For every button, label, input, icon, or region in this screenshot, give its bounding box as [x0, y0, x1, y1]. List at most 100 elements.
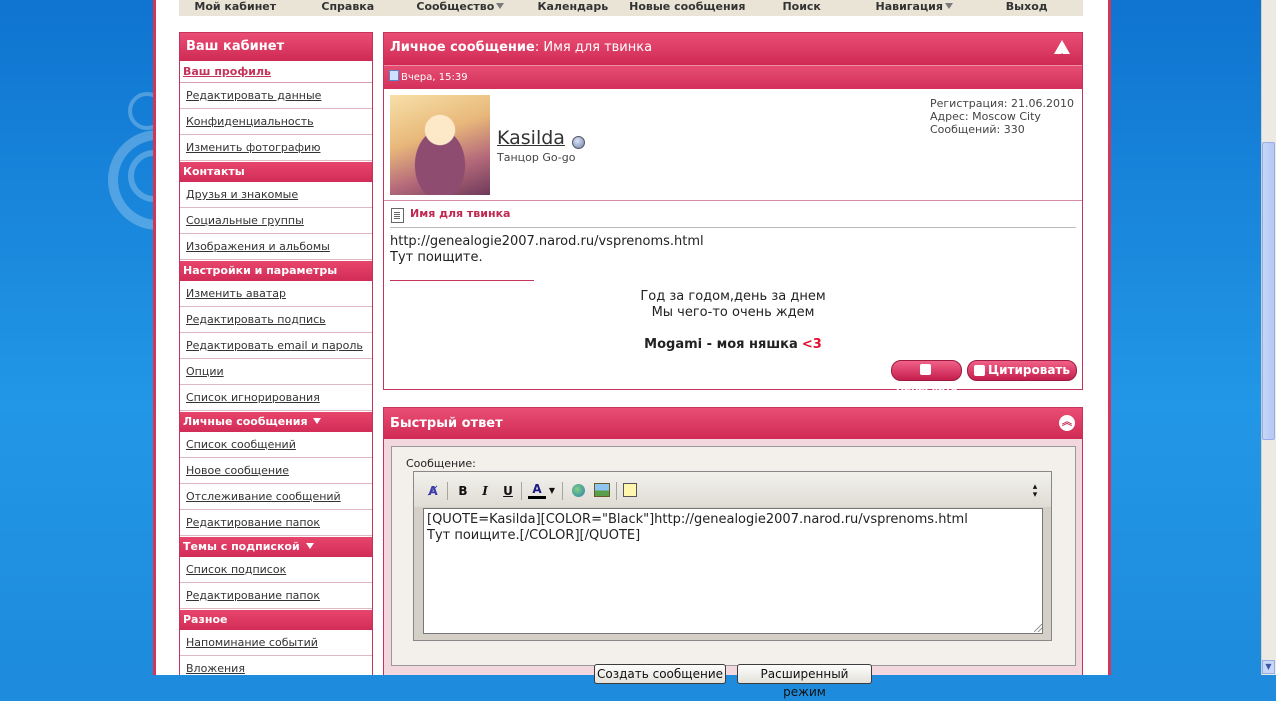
avatar[interactable]: [390, 95, 490, 195]
sidebar-item-message-list[interactable]: Список сообщений: [180, 432, 372, 458]
sidebar-item-ignore-list[interactable]: Список игнорирования: [180, 385, 372, 411]
underline-button[interactable]: U: [499, 483, 517, 499]
signature-heart: <3: [801, 337, 822, 352]
signature-name: Mogami - моя няшка: [644, 337, 798, 352]
insert-image-icon[interactable]: [593, 483, 611, 499]
sidebar-head-contacts: Контакты: [180, 161, 372, 182]
quote-insert-icon[interactable]: [621, 483, 639, 499]
scroll-down-icon[interactable]: ▼: [1262, 660, 1275, 674]
post-count: Сообщений: 330: [930, 123, 1025, 136]
quote-button-label: Цитировать: [988, 363, 1070, 377]
forward-button-label: Переслать: [895, 384, 958, 395]
remove-format-icon[interactable]: A̸: [424, 483, 442, 499]
sidebar-item-change-avatar[interactable]: Изменить аватар: [180, 281, 372, 307]
offline-status-icon: [572, 136, 585, 149]
submit-message-button[interactable]: Создать сообщение: [594, 664, 726, 684]
toolbar-separator: [521, 482, 522, 500]
message-date-bar: Вчера, 15:39: [384, 65, 1082, 89]
sidebar-head-pm-label: Личные сообщения: [183, 415, 308, 428]
sidebar-item-attachments[interactable]: Вложения: [180, 656, 372, 675]
resize-grip-icon[interactable]: [1034, 624, 1042, 632]
quick-reply-title: Быстрый ответ: [390, 416, 503, 431]
username-link[interactable]: Kasilda: [497, 127, 565, 149]
sidebar-item-albums[interactable]: Изображения и альбомы: [180, 234, 372, 260]
nav-help[interactable]: Справка: [292, 0, 405, 16]
toolbar-separator: [447, 482, 448, 500]
collapse-icon[interactable]: ︽: [1059, 415, 1075, 431]
user-info-area: Kasilda Танцор Go-go Регистрация: 21.06.…: [384, 89, 1082, 201]
message-label: Сообщение:: [406, 457, 476, 470]
sidebar-head-profile[interactable]: Ваш профиль: [180, 61, 372, 83]
registration-date: Регистрация: 21.06.2010: [930, 97, 1074, 110]
italic-button[interactable]: I: [476, 483, 494, 499]
sidebar-item-edit-signature[interactable]: Редактировать подпись: [180, 307, 372, 333]
sidebar-item-edit-email[interactable]: Редактировать email и пароль: [180, 333, 372, 359]
chevron-down-icon: [305, 543, 314, 549]
message-editor: A̸ B I U A ▼ ▴ ▾ [QUOTE=Kasilda][COLOR="B…: [413, 471, 1052, 641]
signature-line: Мы чего-то очень ждем: [651, 305, 815, 320]
report-warning-icon[interactable]: !: [1054, 40, 1070, 63]
sidebar: Ваш кабинет Ваш профиль Редактировать да…: [179, 32, 373, 675]
sidebar-item-change-photo[interactable]: Изменить фотографию: [180, 135, 372, 161]
quote-icon: [974, 365, 985, 376]
sidebar-item-social-groups[interactable]: Социальные группы: [180, 208, 372, 234]
background-right: [1111, 0, 1261, 675]
sidebar-head-subscriptions-label: Темы с подпиской: [183, 540, 300, 553]
chevron-down-icon: [944, 3, 953, 9]
signature-line: Год за годом,день за днем: [640, 289, 826, 304]
sidebar-item-friends[interactable]: Друзья и знакомые: [180, 182, 372, 208]
font-color-button[interactable]: A: [528, 483, 546, 499]
resize-toggle-icon[interactable]: ▴ ▾: [1026, 483, 1044, 500]
nav-community[interactable]: Сообщество: [404, 0, 517, 16]
toolbar-separator: [562, 482, 563, 500]
sidebar-title: Ваш кабинет: [180, 33, 372, 61]
nav-my-cabinet[interactable]: Мой кабинет: [179, 0, 292, 16]
sidebar-item-subscription-folders[interactable]: Редактирование папок: [180, 583, 372, 609]
post-link[interactable]: http://genealogie2007.narod.ru/vsprenoms…: [390, 234, 1076, 250]
forward-button[interactable]: Переслать: [891, 360, 962, 395]
sidebar-head-settings: Настройки и параметры: [180, 260, 372, 281]
nav-calendar[interactable]: Календарь: [517, 0, 630, 16]
sidebar-item-edit-data[interactable]: Редактировать данные: [180, 83, 372, 109]
forward-icon: [919, 364, 931, 375]
chevron-down-icon: [313, 418, 322, 424]
nav-logout[interactable]: Выход: [970, 0, 1083, 16]
post-title: Имя для твинка: [384, 201, 1082, 227]
bold-button[interactable]: B: [454, 483, 472, 499]
private-message-panel: Личное сообщение: Имя для твинка ! Вчера…: [383, 32, 1083, 395]
nav-community-label: Сообщество: [416, 0, 495, 13]
sidebar-item-event-reminders[interactable]: Напоминание событий: [180, 630, 372, 656]
nav-navigation[interactable]: Навигация: [858, 0, 971, 16]
message-header-label: Личное сообщение: [390, 40, 535, 55]
sidebar-head-subscriptions[interactable]: Темы с подпиской: [180, 536, 372, 557]
nav-new-posts[interactable]: Новые сообщения: [629, 0, 745, 16]
quote-button[interactable]: Цитировать: [967, 360, 1077, 381]
advanced-mode-button[interactable]: Расширенный режим: [737, 664, 872, 699]
quick-reply-header: Быстрый ответ ︽: [384, 408, 1082, 439]
sidebar-item-privacy[interactable]: Конфиденциальность: [180, 109, 372, 135]
signature: Год за годом,день за днем Мы чего-то оче…: [384, 289, 1082, 353]
scrollbar-thumb[interactable]: [1262, 142, 1275, 440]
message-header: Личное сообщение: Имя для твинка !: [384, 33, 1082, 65]
sidebar-head-misc: Разное: [180, 609, 372, 630]
message-textarea[interactable]: [QUOTE=Kasilda][COLOR="Black"]http://gen…: [423, 508, 1043, 634]
sidebar-head-pm[interactable]: Личные сообщения: [180, 411, 372, 432]
sidebar-item-edit-folders[interactable]: Редактирование папок: [180, 510, 372, 536]
message-date: Вчера, 15:39: [401, 72, 468, 83]
sidebar-item-subscription-list[interactable]: Список подписок: [180, 557, 372, 583]
user-stats: Регистрация: 21.06.2010 Адрес: Moscow Ci…: [930, 97, 1074, 136]
sidebar-item-track-messages[interactable]: Отслеживание сообщений: [180, 484, 372, 510]
toolbar-separator: [616, 482, 617, 500]
chevron-down-icon[interactable]: ▼: [548, 483, 556, 499]
signature-divider: [390, 280, 534, 281]
sidebar-item-options[interactable]: Опции: [180, 359, 372, 385]
user-address: Адрес: Moscow City: [930, 110, 1041, 123]
top-navigation: Мой кабинет Справка Сообщество Календарь…: [179, 0, 1083, 16]
background-left: [0, 0, 153, 675]
nav-search[interactable]: Поиск: [745, 0, 858, 16]
insert-link-icon[interactable]: [569, 483, 587, 499]
sidebar-item-new-message[interactable]: Новое сообщение: [180, 458, 372, 484]
nav-navigation-label: Навигация: [875, 0, 943, 13]
message-header-subject: : Имя для твинка: [534, 40, 653, 55]
post-icon: [389, 70, 399, 81]
